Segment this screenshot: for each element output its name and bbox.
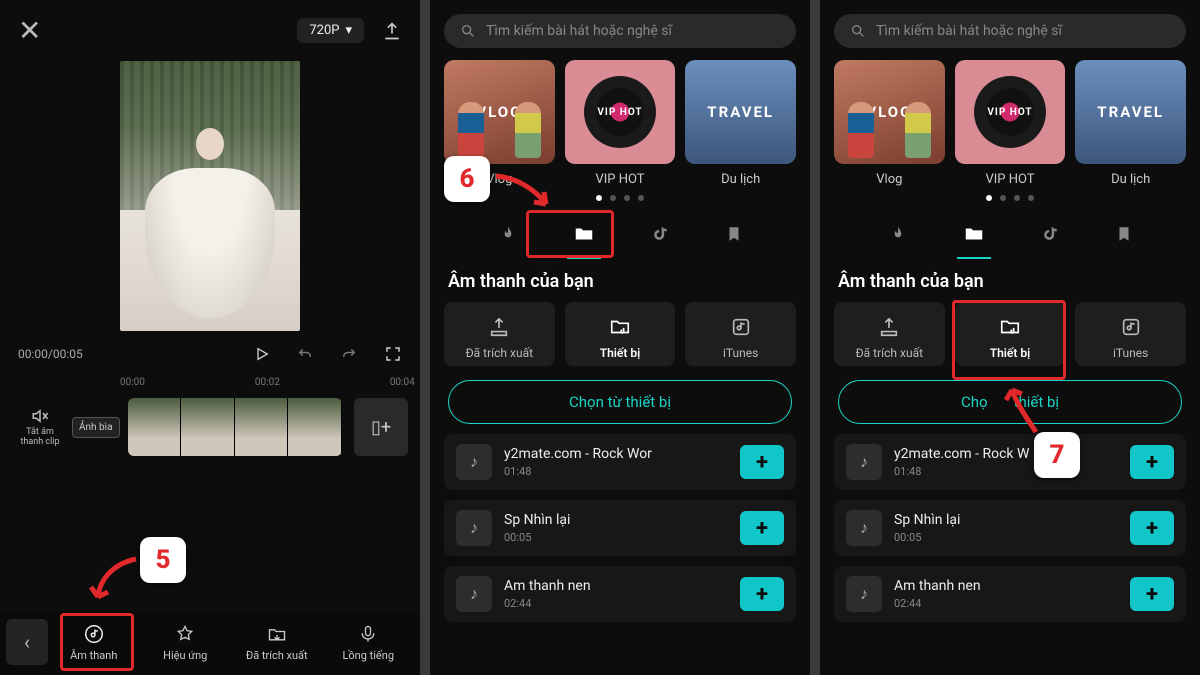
step-6-callout: 6 (444, 156, 490, 202)
category-label: VIP HOT (955, 172, 1066, 187)
song-row[interactable]: ♪ Am thanh nen 02:44 + (834, 566, 1186, 622)
export-icon[interactable] (382, 21, 402, 41)
category-viphot[interactable]: VIP HOT (565, 60, 676, 164)
tab-bookmark[interactable] (709, 217, 759, 251)
category-vlog[interactable]: VLOG (834, 60, 945, 164)
tab-trending[interactable] (872, 216, 924, 252)
add-song-button[interactable]: + (740, 577, 784, 611)
search-placeholder: Tìm kiếm bài hát hoặc nghệ sĩ (876, 23, 1062, 39)
source-itunes[interactable]: iTunes (1075, 302, 1186, 366)
resolution-selector[interactable]: 720P ▾ (297, 18, 364, 43)
itunes-icon (730, 316, 752, 338)
step-7-callout: 7 (1034, 432, 1080, 478)
extract-icon (878, 316, 900, 338)
tab-tiktok[interactable] (1024, 216, 1076, 252)
extracted-tool[interactable]: Đã trích xuất (231, 623, 323, 662)
music-panel-step6: Tìm kiếm bài hát hoặc nghệ sĩ VLOG VIP H… (430, 0, 810, 675)
undo-icon[interactable] (296, 345, 314, 363)
add-song-button[interactable]: + (740, 445, 784, 479)
search-placeholder: Tìm kiếm bài hát hoặc nghệ sĩ (486, 23, 672, 39)
section-title: Âm thanh của bạn (430, 253, 810, 302)
ruler-mark: 00:00 (120, 377, 145, 388)
step-5-callout: 5 (140, 537, 186, 583)
folder-music-icon (999, 316, 1021, 338)
add-song-button[interactable]: + (1130, 511, 1174, 545)
category-viphot[interactable]: VIP HOT (955, 60, 1066, 164)
folder-music-icon (609, 316, 631, 338)
tab-bookmark[interactable] (1099, 217, 1149, 251)
song-row[interactable]: ♪ Am thanh nen 02:44 + (444, 566, 796, 622)
carousel-dots[interactable] (820, 191, 1200, 209)
extract-icon (488, 316, 510, 338)
source-device[interactable]: Thiết bị (565, 302, 676, 366)
add-song-button[interactable]: + (1130, 577, 1174, 611)
music-note-icon: ♪ (456, 576, 492, 612)
section-title: Âm thanh của bạn (820, 253, 1200, 302)
add-song-button[interactable]: + (740, 511, 784, 545)
itunes-icon (1120, 316, 1142, 338)
music-note-icon: ♪ (846, 444, 882, 480)
add-song-button[interactable]: + (1130, 445, 1174, 479)
tab-folder[interactable] (947, 215, 1001, 253)
category-travel[interactable]: TRAVEL (685, 60, 796, 164)
select-from-device-button[interactable]: Chọn từ thiết bị (448, 380, 792, 424)
back-button[interactable]: ‹ (6, 619, 48, 665)
tab-folder[interactable] (557, 215, 611, 253)
ruler-mark: 00:04 (390, 377, 415, 388)
cover-button[interactable]: Ảnh bìa (72, 417, 120, 438)
time-display: 00:00/00:05 (18, 347, 83, 361)
category-label: VIP HOT (565, 172, 676, 187)
bottom-toolbar: ‹ Âm thanh Hiệu ứng Đã trích xuất Lồng t… (0, 611, 420, 675)
video-preview[interactable] (120, 61, 300, 331)
effects-tool[interactable]: Hiệu ứng (140, 623, 232, 662)
add-clip-button[interactable]: ▯+ (354, 398, 408, 456)
close-icon[interactable]: ✕ (18, 14, 41, 47)
mute-clip-button[interactable]: Tắt âm thanh clip (16, 407, 64, 447)
search-icon (850, 23, 866, 39)
voiceover-tool[interactable]: Lồng tiếng (323, 623, 415, 662)
redo-icon[interactable] (340, 345, 358, 363)
category-label: Du lịch (685, 172, 796, 187)
music-note-icon: ♪ (456, 510, 492, 546)
search-input[interactable]: Tìm kiếm bài hát hoặc nghệ sĩ (444, 14, 796, 48)
music-note-icon: ♪ (846, 576, 882, 612)
category-label: Du lịch (1075, 172, 1186, 187)
step-5-arrow (86, 553, 146, 613)
resolution-value: 720P (309, 23, 339, 38)
ruler-mark: 00:02 (255, 377, 280, 388)
source-itunes[interactable]: iTunes (685, 302, 796, 366)
music-note-icon: ♪ (456, 444, 492, 480)
music-note-icon (83, 623, 105, 645)
song-row[interactable]: ♪ y2mate.com - Rock Wor 01:48 + (444, 434, 796, 490)
source-device[interactable]: Thiết bị (955, 302, 1066, 366)
editor-panel: ✕ 720P ▾ 00:00/00:05 (0, 0, 420, 675)
tab-tiktok[interactable] (634, 216, 686, 252)
music-panel-step7: Tìm kiếm bài hát hoặc nghệ sĩ VLOG VIP H… (820, 0, 1200, 675)
tab-trending[interactable] (482, 216, 534, 252)
source-extracted[interactable]: Đã trích xuất (834, 302, 945, 366)
star-icon (175, 623, 195, 645)
fullscreen-icon[interactable] (384, 345, 402, 363)
mic-icon (358, 623, 378, 645)
audio-tool[interactable]: Âm thanh (48, 623, 140, 662)
source-extracted[interactable]: Đã trích xuất (444, 302, 555, 366)
timeline[interactable]: 00:00 00:02 00:04 Tắt âm thanh clip Ảnh … (0, 369, 420, 460)
song-row[interactable]: ♪ y2mate.com - Rock W 01:48 + (834, 434, 1186, 490)
song-row[interactable]: ♪ Sp Nhìn lại 00:05 + (444, 500, 796, 556)
folder-out-icon (267, 623, 287, 645)
step-7-arrow (998, 380, 1048, 440)
video-clip[interactable] (128, 398, 342, 456)
chevron-down-icon: ▾ (345, 23, 352, 38)
music-note-icon: ♪ (846, 510, 882, 546)
category-label: Vlog (834, 172, 945, 187)
step-6-arrow (490, 168, 560, 218)
category-vlog[interactable]: VLOG (444, 60, 555, 164)
search-icon (460, 23, 476, 39)
search-input[interactable]: Tìm kiếm bài hát hoặc nghệ sĩ (834, 14, 1186, 48)
category-travel[interactable]: TRAVEL (1075, 60, 1186, 164)
play-icon[interactable] (254, 346, 270, 362)
song-row[interactable]: ♪ Sp Nhìn lại 00:05 + (834, 500, 1186, 556)
